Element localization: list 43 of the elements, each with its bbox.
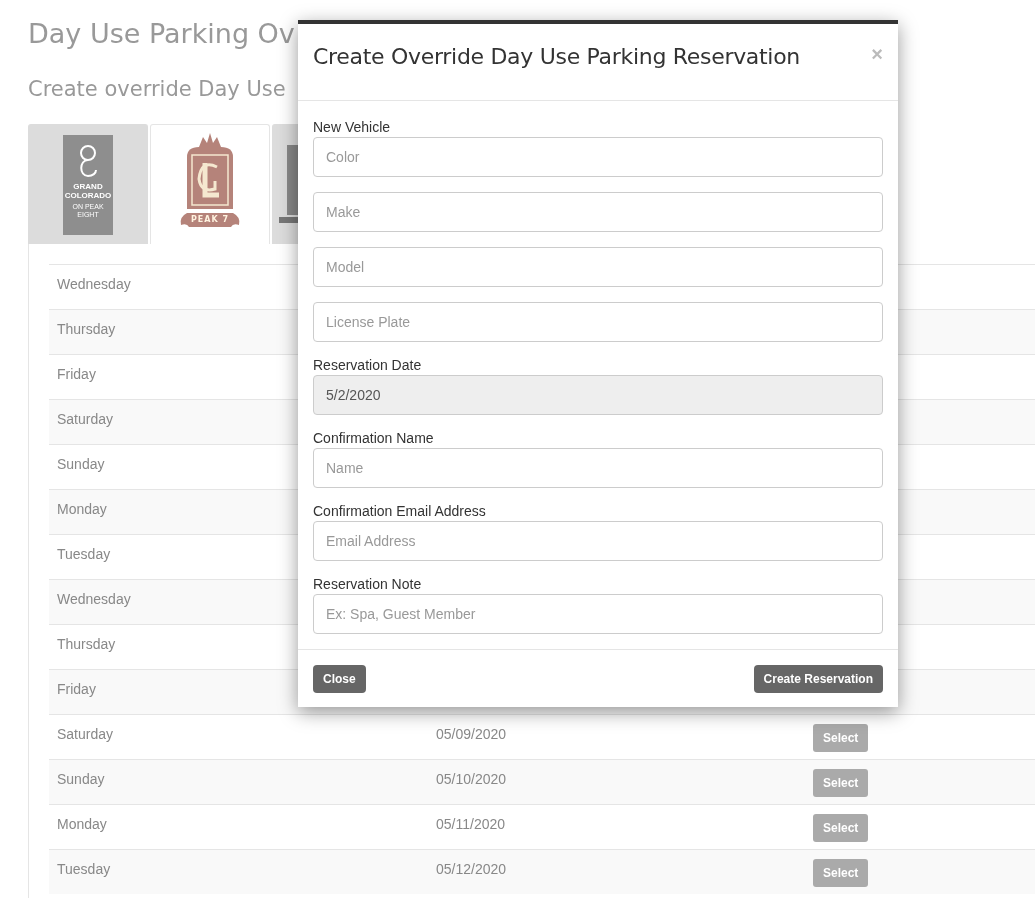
day-cell: Tuesday — [57, 861, 111, 877]
input-field[interactable]: Name — [313, 448, 883, 488]
input-field[interactable]: Email Address — [313, 521, 883, 561]
input-field[interactable]: Ex: Spa, Guest Member — [313, 594, 883, 634]
select-button[interactable]: Select — [813, 724, 869, 752]
date-cell: 05/10/2020 — [436, 771, 507, 787]
day-cell: Thursday — [57, 321, 116, 337]
date-cell: 05/12/2020 — [436, 861, 507, 877]
close-button[interactable]: Close — [313, 665, 366, 693]
input-field[interactable]: Make — [313, 192, 883, 232]
day-cell: Sunday — [57, 456, 105, 472]
day-cell: Saturday — [57, 411, 114, 427]
day-cell: Monday — [57, 816, 107, 832]
select-button[interactable]: Select — [813, 859, 869, 887]
input-field[interactable]: License Plate — [313, 302, 883, 342]
field-label: New Vehicle — [313, 119, 392, 135]
property-tab[interactable]: PEAK 7 — [150, 124, 270, 244]
day-cell: Thursday — [57, 636, 116, 652]
field-label: Reservation Date — [313, 357, 423, 373]
page-title: Day Use Parking Ov — [28, 17, 296, 51]
day-cell: Saturday — [57, 726, 114, 742]
close-button[interactable]: × — [871, 44, 883, 64]
field-label: Confirmation Name — [313, 430, 435, 446]
day-cell: Friday — [57, 366, 96, 382]
day-cell: Tuesday — [57, 546, 111, 562]
date-cell: 05/09/2020 — [436, 726, 507, 742]
day-cell: Monday — [57, 501, 107, 517]
day-cell: Friday — [57, 681, 96, 697]
logo-name: GRAND COLORADO — [64, 181, 112, 200]
create-button[interactable]: Create Reservation — [753, 665, 883, 693]
input-field[interactable]: Color — [313, 137, 883, 177]
day-cell: Sunday — [57, 771, 105, 787]
date-cell: 05/11/2020 — [436, 816, 506, 832]
select-button[interactable]: Select — [813, 769, 869, 797]
logo-name: PEAK 7 — [189, 214, 231, 225]
day-cell: Wednesday — [57, 276, 131, 292]
input-field[interactable]: Model — [313, 247, 883, 287]
select-button[interactable]: Select — [813, 814, 869, 842]
field-label: Reservation Note — [313, 576, 423, 592]
modal-title: Create Override Day Use Parking Reservation — [313, 43, 800, 71]
field-label: Confirmation Email Address — [313, 503, 487, 519]
section-title: Create override Day Use — [28, 76, 287, 103]
day-cell: Wednesday — [57, 591, 131, 607]
